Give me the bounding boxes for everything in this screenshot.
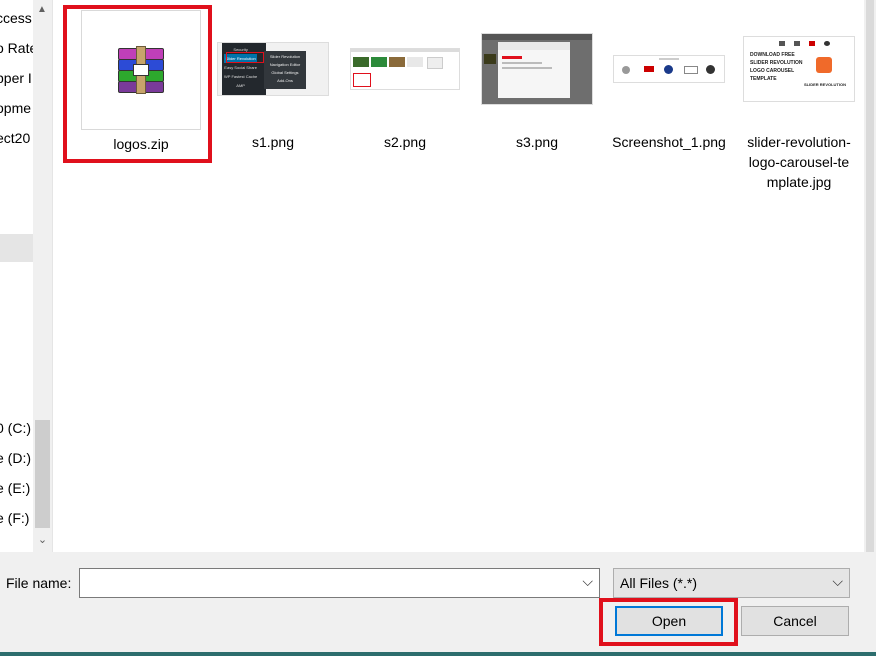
file-thumbnail: DOWNLOAD FREE SLIDER REVOLUTION LOGO CAR… [737,10,861,128]
file-type-filter-value: All Files (*.*) [620,575,698,591]
taskbar-strip [0,652,876,656]
nav-scrollbar-thumb[interactable] [35,420,50,528]
nav-item-folder-3[interactable]: pper I [0,66,32,90]
scroll-down-chevron-icon[interactable]: ⌄ [35,532,50,548]
file-item-screenshot1-png[interactable]: Screenshot_1.png [605,10,733,152]
file-list-view[interactable]: logos.zip Security Slider Revolution Eas… [53,0,864,552]
file-thumbnail [605,10,733,128]
nav-scrollbar[interactable]: ▲ ⌄ [33,0,52,552]
file-name-label: s3.png [515,134,559,150]
slider-text-line: SLIDER REVOLUTION [750,60,803,66]
file-view-scrollbar[interactable] [864,0,876,552]
nav-item-drive-e[interactable]: e (E:) [0,476,30,500]
file-thumbnail: Security Slider Revolution Easy Social S… [214,10,332,128]
nav-item-folder-2[interactable]: o Rate [0,36,37,60]
file-name-line: slider-revolution- [747,134,851,150]
s1-submenu-item: Slider Revolution [269,54,301,59]
slider-text-line: DOWNLOAD FREE [750,52,795,58]
file-name-label: slider-revolution- logo-carousel-te mpla… [737,132,861,192]
file-name-line: mplate.jpg [766,174,832,190]
file-thumbnail [346,10,464,128]
s1-submenu-item: Navigation Editor [269,62,301,67]
chevron-down-icon[interactable]: ⌵ [582,573,593,590]
file-item-s1-png[interactable]: Security Slider Revolution Easy Social S… [213,10,333,152]
nav-item-drive-d[interactable]: e (D:) [0,446,31,470]
file-name-label: s1.png [251,134,295,150]
slider-brand-text: SLIDER REVOLUTION [803,82,846,87]
file-name-label: s2.png [383,134,427,150]
file-item-slider-revolution-jpg[interactable]: DOWNLOAD FREE SLIDER REVOLUTION LOGO CAR… [737,10,861,192]
scroll-up-arrow-icon[interactable]: ▲ [37,4,47,15]
nav-item-drive-c[interactable]: 0 (C:) [0,416,31,440]
file-name-line: logo-carousel-te [748,154,850,170]
s1-submenu-item: Global Settings [271,70,299,75]
file-thumbnail [478,10,596,128]
file-type-filter-select[interactable]: All Files (*.*) ⌵ [613,568,850,598]
s1-menu-item: AMP [236,83,245,88]
file-view-scrollbar-thumb[interactable] [866,0,874,552]
file-item-s2-png[interactable]: s2.png [345,10,465,152]
nav-item-folder-5[interactable]: ect20 [0,126,30,150]
nav-item-folder-4[interactable]: opme [0,96,31,120]
file-name-input[interactable]: ⌵ [79,568,600,598]
chevron-down-icon[interactable]: ⌵ [832,573,843,590]
nav-item-selected[interactable] [0,234,33,262]
file-item-s3-png[interactable]: s3.png [477,10,597,152]
slider-text-line: LOGO CAROUSEL [750,68,795,74]
cancel-button[interactable]: Cancel [741,606,849,636]
s1-menu-item: WP Fastest Cache [224,74,258,79]
nav-item-drive-f[interactable]: e (F:) [0,506,29,530]
file-name-label: File name: [6,575,72,591]
s1-submenu-item: Add-Ons [277,78,293,83]
highlight-box-file [63,5,212,163]
highlight-box-open [599,598,738,646]
slider-revolution-logo-icon [816,57,832,73]
navigation-pane[interactable]: ccess s o Rate pper I opme ect20 0 (C:) … [0,0,53,552]
s1-menu-item: Easy Social Share [224,65,257,70]
slider-text-line: TEMPLATE [750,76,777,82]
file-name-label: Screenshot_1.png [612,134,726,150]
